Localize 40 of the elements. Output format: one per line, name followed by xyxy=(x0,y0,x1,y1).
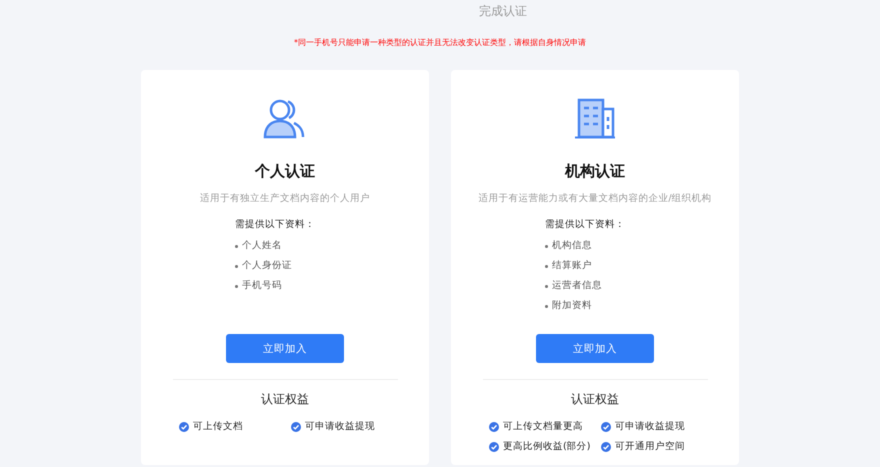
notice-text: *同一手机号只能申请一种类型的认证并且无法改变认证类型，请根据自身情况申请 xyxy=(293,37,587,49)
bullet-icon xyxy=(545,284,548,288)
card-title: 个人认证 xyxy=(255,161,315,181)
benefit-text: 更高比例收益(部分) xyxy=(503,440,590,454)
card-description: 适用于有独立生产文档内容的个人用户 xyxy=(200,192,370,206)
requirement-text: 个人身份证 xyxy=(242,259,292,273)
requirement-text: 个人姓名 xyxy=(242,239,282,253)
bullet-icon xyxy=(545,304,548,308)
card-description: 适用于有运营能力或有大量文档内容的企业/组织机构 xyxy=(478,192,712,206)
page-title: 完成认证 xyxy=(479,3,527,20)
requirements-heading: 需提供以下资料： xyxy=(235,218,315,232)
join-button[interactable]: 立即加入 xyxy=(536,334,654,363)
benefits-heading: 认证权益 xyxy=(571,391,619,408)
check-icon xyxy=(291,422,301,432)
bullet-icon xyxy=(545,244,548,248)
check-icon xyxy=(489,422,499,432)
requirements-heading: 需提供以下资料： xyxy=(545,218,625,232)
check-icon xyxy=(179,422,189,432)
benefit-text: 可申请收益提现 xyxy=(615,420,685,434)
building-icon xyxy=(573,97,617,141)
bullet-icon xyxy=(235,244,238,248)
requirement-text: 附加资料 xyxy=(552,299,592,313)
benefit-text: 可上传文档 xyxy=(193,420,243,434)
benefits-heading: 认证权益 xyxy=(261,391,309,408)
requirement-text: 机构信息 xyxy=(552,239,592,253)
bullet-icon xyxy=(545,264,548,268)
requirement-text: 结算账户 xyxy=(552,259,592,273)
check-icon xyxy=(489,442,499,452)
requirement-text: 手机号码 xyxy=(242,279,282,293)
check-icon xyxy=(601,422,611,432)
check-icon xyxy=(601,442,611,452)
bullet-icon xyxy=(235,264,238,268)
card-title: 机构认证 xyxy=(565,161,625,181)
users-icon xyxy=(263,97,307,141)
join-button[interactable]: 立即加入 xyxy=(226,334,344,363)
benefit-text: 可上传文档量更高 xyxy=(503,420,583,434)
benefit-text: 可开通用户空间 xyxy=(615,440,685,454)
benefit-text: 可申请收益提现 xyxy=(305,420,375,434)
bullet-icon xyxy=(235,284,238,288)
requirement-text: 运营者信息 xyxy=(552,279,602,293)
